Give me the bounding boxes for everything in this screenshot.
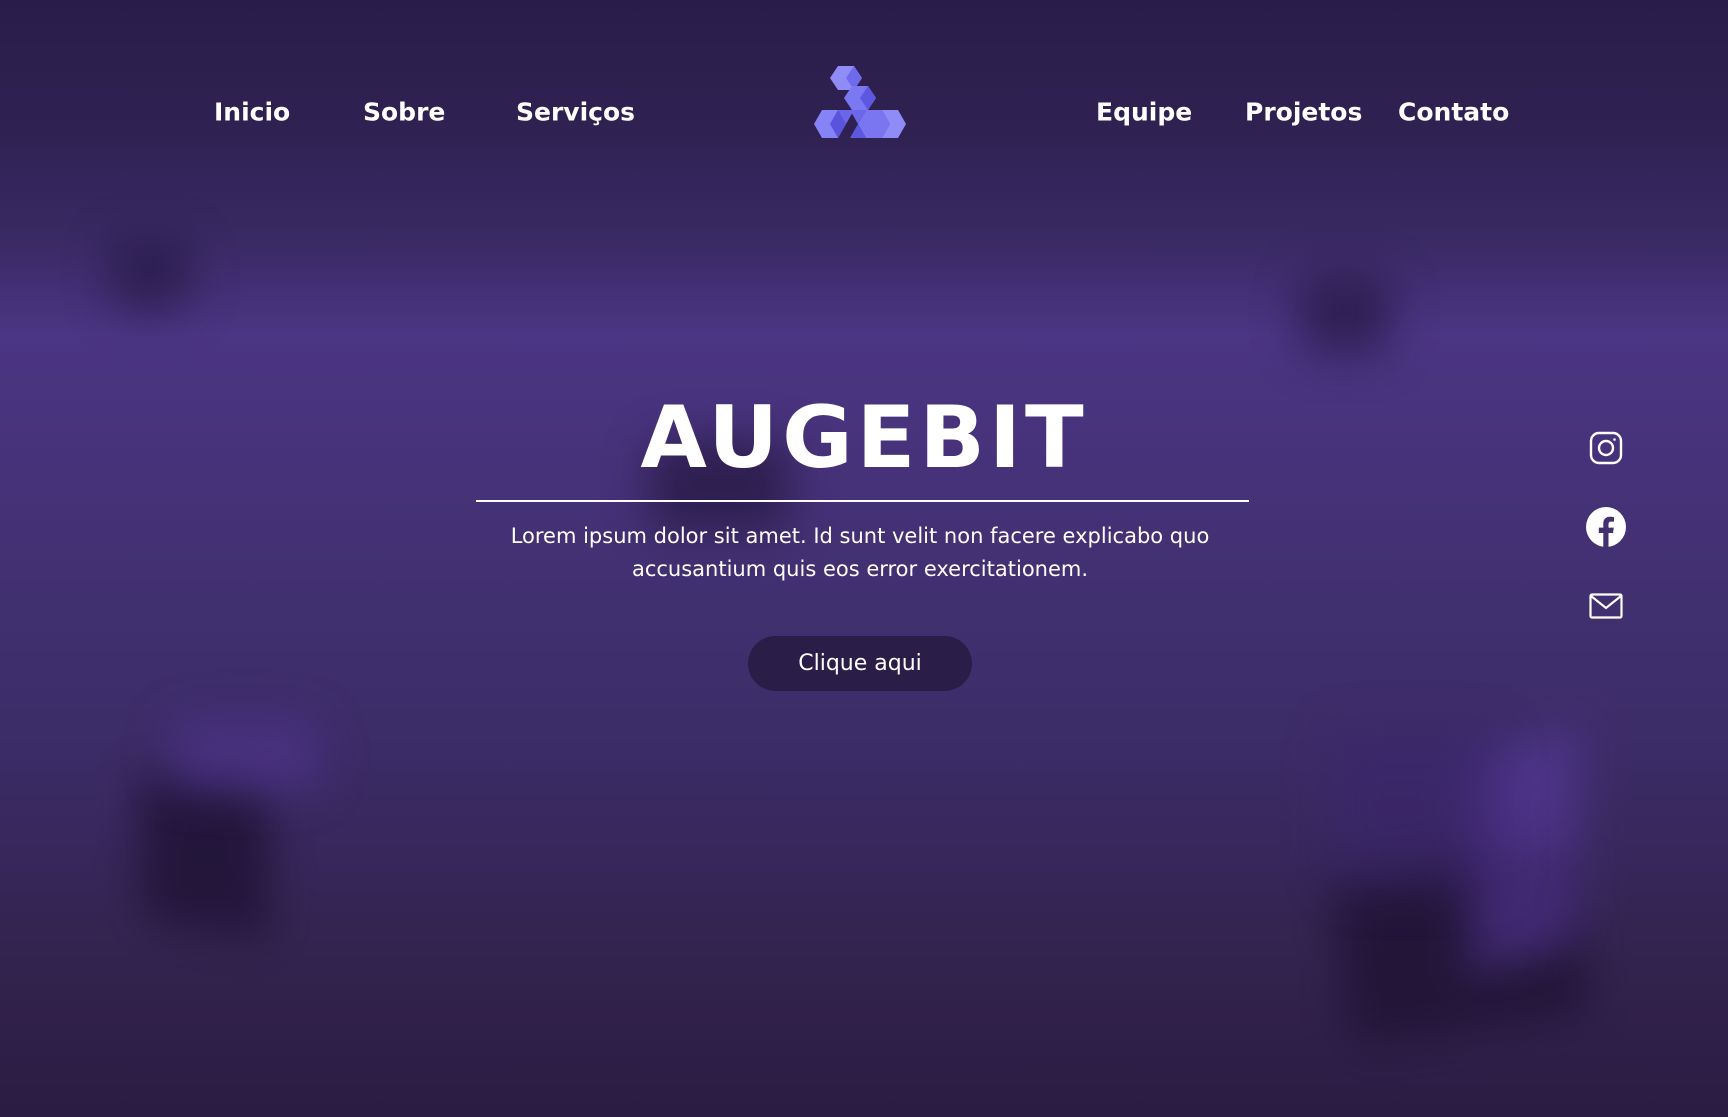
background-cube-decoration	[110, 240, 190, 310]
background-cube-decoration	[170, 720, 320, 790]
hero-description: Lorem ipsum dolor sit amet. Id sunt veli…	[510, 524, 1210, 581]
facebook-icon[interactable]	[1586, 507, 1626, 547]
hero-divider	[476, 500, 1249, 502]
nav-link-sobre[interactable]: Sobre	[363, 98, 445, 127]
background-cube-decoration	[140, 770, 270, 940]
background-cube-decoration	[1330, 730, 1500, 890]
nav-link-projetos[interactable]: Projetos	[1245, 98, 1362, 127]
background-cube-decoration	[1300, 275, 1390, 355]
nav-link-equipe[interactable]: Equipe	[1096, 98, 1192, 127]
instagram-icon[interactable]	[1586, 428, 1626, 468]
hero-title: AUGEBIT	[640, 388, 1088, 488]
nav-link-servicos[interactable]: Serviços	[516, 98, 635, 127]
nav-link-inicio[interactable]: Inicio	[214, 98, 290, 127]
cta-button[interactable]: Clique aqui	[748, 636, 972, 691]
mail-icon[interactable]	[1586, 586, 1626, 626]
nav-link-contato[interactable]: Contato	[1398, 98, 1509, 127]
stacked-cubes-logo-icon[interactable]	[812, 64, 908, 150]
